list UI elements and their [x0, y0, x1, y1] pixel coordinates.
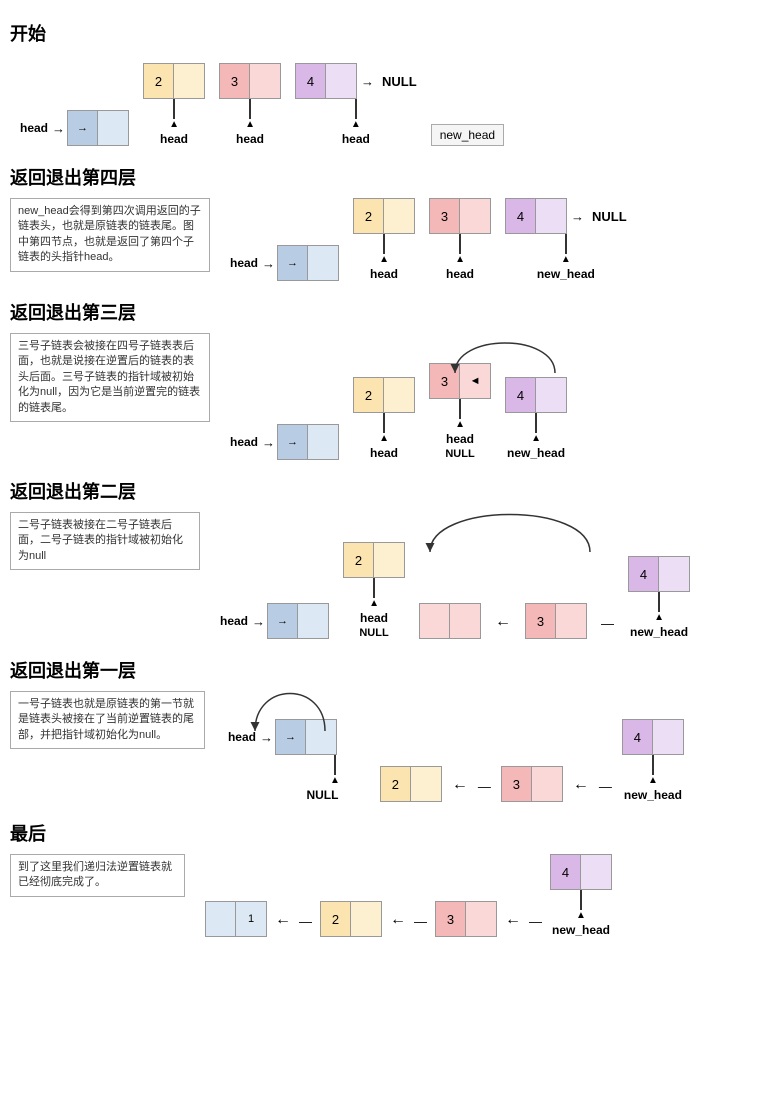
node-3-group-start: 3 ▲ head: [219, 63, 281, 146]
note-layer4: new_head会得到第四次调用返回的子链表头，也就是原链表的链表尾。图中第四节…: [10, 198, 210, 272]
arrow-s0: →: [52, 121, 65, 136]
node-3-l2: 3: [525, 603, 587, 639]
node-4-final: 4 ▲ new_head: [550, 854, 612, 937]
section-layer3: 返回退出第三层 三号子链表会被接在四号子链表表后面，也就是说接在逆置后的链表的表…: [10, 299, 771, 460]
node-3-l4: 3 ▲ head: [429, 198, 491, 281]
node-1-final: 1: [205, 901, 267, 937]
section-final: 最后 到了这里我们递归法逆置链表就已经彻底完成了。 1 ← —: [10, 820, 771, 937]
head-label-2-start: head: [160, 132, 188, 146]
title-layer3: 返回退出第三层: [10, 299, 771, 325]
title-start: 开始: [10, 20, 771, 46]
node-pink-l2: [419, 603, 481, 639]
node-4-group-start: 4 → NULL ▲ head: [295, 63, 417, 146]
node-2-group-start: 2 ▲ head: [143, 63, 205, 146]
null-label-s0: NULL: [382, 74, 417, 89]
node-3-l1: 3: [501, 766, 563, 802]
head-label-4-start: head: [342, 132, 370, 146]
section-layer1: 返回退出第一层 一号子链表也就是原链表的第一节就是链表头被接在了当前逆置链表的尾…: [10, 657, 771, 802]
node-3-start: 3: [219, 63, 281, 99]
arrow-3-4: ←: [573, 776, 589, 794]
node-3-l3: 3 ◄ ▲ head NULL: [429, 363, 491, 460]
node-1-l1: →: [275, 719, 337, 755]
title-final: 最后: [10, 820, 771, 846]
node-4-l3: 4 ▲ new_head: [505, 377, 567, 460]
dash-arrow-l2: —: [601, 616, 614, 631]
node-2-final: 2: [320, 901, 382, 937]
node-2-l3: 2 ▲ head: [353, 377, 415, 460]
note-layer1: 一号子链表也就是原链表的第一节就是链表头被接在了当前逆置链表的尾部，并把指针域初…: [10, 691, 205, 749]
section-layer4: 返回退出第四层 new_head会得到第四次调用返回的子链表头，也就是原链表的链…: [10, 164, 771, 281]
head-label-3-start: head: [236, 132, 264, 146]
head-label-s0: head: [20, 121, 48, 135]
section-start: 开始 head → → 2 ▲ head: [10, 20, 771, 146]
node-2-start: 2: [143, 63, 205, 99]
node-1-l4: →: [277, 245, 339, 281]
section-layer2: 返回退出第二层 二号子链表被接在二号子链表后面，二号子链表的指针域被初始化为nu…: [10, 478, 771, 639]
title-layer1: 返回退出第一层: [10, 657, 771, 683]
new-head-label-start: new_head: [431, 124, 504, 146]
arrow-null-s0: →: [361, 74, 374, 89]
arrow-2-1: ←: [452, 776, 468, 794]
node-4-start: 4: [295, 63, 357, 99]
node-4-l1: 4 ▲ new_head: [622, 719, 684, 802]
left-arrow-l2: ←: [495, 613, 511, 631]
node-2-l4: 2 ▲ head: [353, 198, 415, 281]
node-1-l3: →: [277, 424, 339, 460]
title-layer2: 返回退出第二层: [10, 478, 771, 504]
node-1-start: →: [67, 110, 129, 146]
node-2-l1: 2: [380, 766, 442, 802]
node-4-l2: 4 ▲ new_head: [628, 556, 690, 639]
node-4-l4: 4 → NULL ▲ new_head: [505, 198, 627, 281]
new-head-start-group: new_head: [431, 54, 504, 146]
title-layer4: 返回退出第四层: [10, 164, 771, 190]
node-2-l2: 2 ▲ head NULL: [343, 542, 405, 639]
note-final: 到了这里我们递归法逆置链表就已经彻底完成了。: [10, 854, 185, 897]
node-1-l2: →: [267, 603, 329, 639]
node-3-final: 3: [435, 901, 497, 937]
head-label-l4: head: [230, 256, 258, 270]
note-layer2: 二号子链表被接在二号子链表后面，二号子链表的指针域被初始化为null: [10, 512, 200, 570]
arrow-l4: →: [262, 256, 275, 271]
note-layer3: 三号子链表会被接在四号子链表表后面，也就是说接在逆置后的链表的表头后面。三号子链…: [10, 333, 210, 422]
